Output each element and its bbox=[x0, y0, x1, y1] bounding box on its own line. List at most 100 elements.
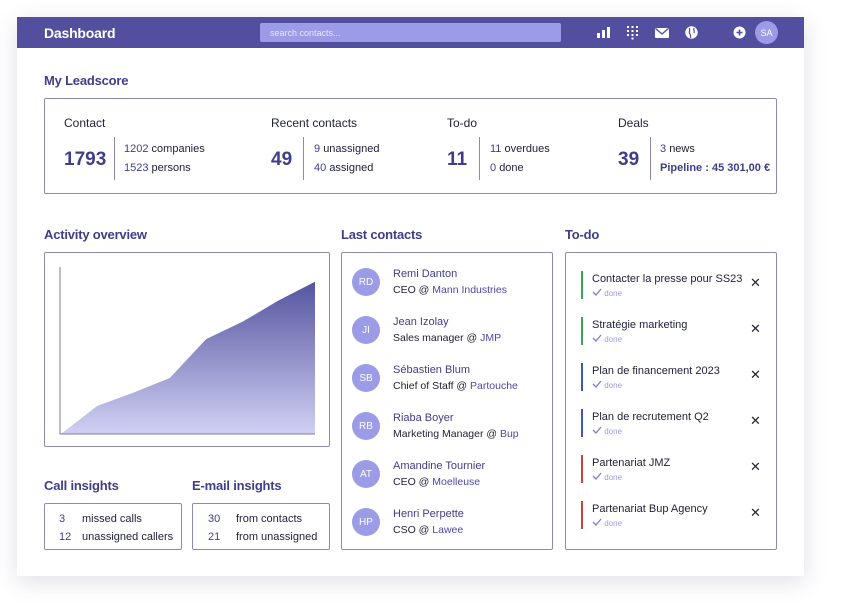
last-contacts-panel: RD Remi Danton CEO @ Mann Industries JI … bbox=[341, 252, 553, 550]
todo-title[interactable]: Plan de financement 2023 bbox=[592, 365, 720, 377]
contact-total: 1793 bbox=[64, 149, 107, 170]
app-title: Dashboard bbox=[44, 25, 116, 41]
todo-title[interactable]: Stratégie marketing bbox=[592, 319, 687, 331]
last-contacts-title: Last contacts bbox=[341, 227, 423, 242]
todo-item[interactable]: Plan de financement 2023 done ✕ bbox=[581, 363, 761, 395]
todo-title[interactable]: Contacter la presse pour SS23 bbox=[592, 273, 742, 285]
todo-color-bar bbox=[581, 409, 583, 437]
top-bar: Dashboard SA bbox=[17, 17, 804, 48]
globe-icon[interactable] bbox=[684, 25, 699, 40]
contact-role: CEO @ Moelleuse bbox=[393, 476, 481, 488]
contact-avatar: JI bbox=[352, 316, 380, 344]
contact-company-link[interactable]: Mann Industries bbox=[432, 284, 507, 296]
todo-overdues: 11 overdues bbox=[490, 143, 550, 155]
todo-done: 0 done bbox=[490, 162, 524, 174]
contact-name[interactable]: Jean Izolay bbox=[393, 316, 449, 328]
todo-status: done bbox=[592, 380, 622, 390]
bar-chart-icon[interactable] bbox=[596, 25, 611, 40]
todo-list-title: To-do bbox=[565, 227, 600, 242]
call-insights-panel: 3 missed calls 12 unassigned callers bbox=[44, 503, 182, 550]
activity-area-series bbox=[61, 281, 315, 434]
contact-company-link[interactable]: JMP bbox=[480, 332, 501, 344]
contact-item[interactable]: RD Remi Danton CEO @ Mann Industries bbox=[352, 264, 547, 300]
contact-avatar: HP bbox=[352, 508, 380, 536]
call-insights-title: Call insights bbox=[44, 478, 119, 493]
from-unassigned-value: 21 bbox=[208, 531, 221, 543]
missed-calls-value: 3 bbox=[59, 513, 66, 525]
email-insights-title: E-mail insights bbox=[192, 478, 282, 493]
search-input[interactable] bbox=[260, 23, 561, 42]
todo-color-bar bbox=[581, 271, 583, 299]
check-icon bbox=[592, 518, 602, 526]
contact-item[interactable]: SB Sébastien Blum Chief of Staff @ Parto… bbox=[352, 360, 547, 396]
todo-status: done bbox=[592, 288, 622, 298]
close-icon[interactable]: ✕ bbox=[750, 413, 761, 429]
divider bbox=[303, 137, 304, 180]
leadscore-title: My Leadscore bbox=[44, 73, 129, 88]
leadscore-panel: Contact 1793 1202 companies 1523 persons… bbox=[44, 98, 777, 194]
todo-item[interactable]: Contacter la presse pour SS23 done ✕ bbox=[581, 271, 761, 303]
contact-item[interactable]: AT Amandine Tournier CEO @ Moelleuse bbox=[352, 456, 547, 492]
contact-company-link[interactable]: Bup bbox=[500, 428, 519, 440]
divider bbox=[650, 137, 651, 180]
contact-item[interactable]: RB Riaba Boyer Marketing Manager @ Bup bbox=[352, 408, 547, 444]
divider bbox=[479, 137, 480, 180]
contact-role: Marketing Manager @ Bup bbox=[393, 428, 519, 440]
todo-status: done bbox=[592, 472, 622, 482]
check-icon bbox=[592, 380, 602, 388]
contact-avatar: SB bbox=[352, 364, 380, 392]
todo-title[interactable]: Plan de recrutement Q2 bbox=[592, 411, 709, 423]
close-icon[interactable]: ✕ bbox=[750, 367, 761, 383]
contact-role: Sales manager @ JMP bbox=[393, 332, 502, 344]
todo-item[interactable]: Plan de recrutement Q2 done ✕ bbox=[581, 409, 761, 441]
activity-overview-title: Activity overview bbox=[44, 227, 147, 242]
contact-company-link[interactable]: Lawee bbox=[432, 524, 463, 536]
email-insights-panel: 30 from contacts 21 from unassigned bbox=[192, 503, 330, 550]
from-unassigned-label: from unassigned bbox=[236, 531, 318, 543]
close-icon[interactable]: ✕ bbox=[750, 459, 761, 475]
check-icon bbox=[592, 472, 602, 480]
contact-avatar: RB bbox=[352, 412, 380, 440]
contact-name[interactable]: Sébastien Blum bbox=[393, 364, 470, 376]
mail-icon[interactable] bbox=[654, 25, 670, 40]
todo-title[interactable]: Partenariat Bup Agency bbox=[592, 503, 708, 515]
user-avatar[interactable]: SA bbox=[755, 21, 778, 44]
contact-company-link[interactable]: Partouche bbox=[470, 380, 518, 392]
missed-calls-label: missed calls bbox=[82, 513, 142, 525]
contact-name[interactable]: Remi Danton bbox=[393, 268, 457, 280]
close-icon[interactable]: ✕ bbox=[750, 275, 761, 291]
contact-persons: 1523 persons bbox=[124, 162, 191, 174]
from-contacts-value: 30 bbox=[208, 513, 221, 525]
recent-contacts-total: 49 bbox=[271, 149, 293, 170]
contact-name[interactable]: Henri Perpette bbox=[393, 508, 464, 520]
from-contacts-label: from contacts bbox=[236, 513, 303, 525]
activity-chart bbox=[59, 267, 315, 435]
contact-item[interactable]: HP Henri Perpette CSO @ Lawee bbox=[352, 504, 547, 540]
close-icon[interactable]: ✕ bbox=[750, 505, 761, 521]
todo-list-panel: Contacter la presse pour SS23 done ✕ Str… bbox=[565, 252, 777, 550]
deals-news: 3 news bbox=[660, 143, 695, 155]
todo-status: done bbox=[592, 518, 622, 528]
unassigned-callers-label: unassigned callers bbox=[82, 531, 174, 543]
deals-total: 39 bbox=[618, 149, 640, 170]
contact-item[interactable]: JI Jean Izolay Sales manager @ JMP bbox=[352, 312, 547, 348]
add-icon[interactable] bbox=[733, 26, 746, 39]
contact-companies: 1202 companies bbox=[124, 143, 205, 155]
todo-color-bar bbox=[581, 501, 583, 529]
todo-title[interactable]: Partenariat JMZ bbox=[592, 457, 670, 469]
contact-label: Contact bbox=[64, 116, 106, 130]
close-icon[interactable]: ✕ bbox=[750, 321, 761, 337]
dashboard-window: Dashboard SA My Leadscore bbox=[17, 17, 804, 576]
activity-chart-panel bbox=[44, 252, 330, 447]
todo-item[interactable]: Partenariat JMZ done ✕ bbox=[581, 455, 761, 487]
contact-name[interactable]: Amandine Tournier bbox=[393, 460, 485, 472]
contact-company-link[interactable]: Moelleuse bbox=[432, 476, 480, 488]
divider bbox=[114, 137, 115, 180]
todo-item[interactable]: Stratégie marketing done ✕ bbox=[581, 317, 761, 349]
contact-name[interactable]: Riaba Boyer bbox=[393, 412, 454, 424]
contact-role: CEO @ Mann Industries bbox=[393, 284, 507, 296]
todo-total: 11 bbox=[447, 149, 468, 170]
todo-item[interactable]: Partenariat Bup Agency done ✕ bbox=[581, 501, 761, 533]
recent-contacts-label: Recent contacts bbox=[271, 116, 358, 130]
dial-pad-icon[interactable] bbox=[625, 25, 640, 40]
